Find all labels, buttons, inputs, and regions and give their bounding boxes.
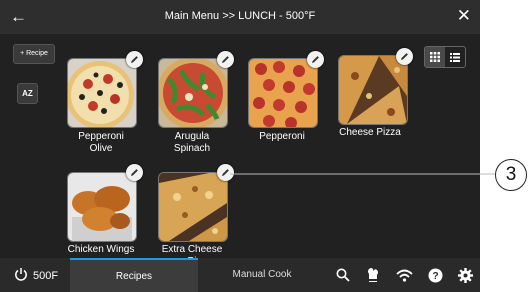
recipe-name: Arugula Spinach [173, 131, 211, 154]
recipe-tile-extra-cheese[interactable] [158, 172, 228, 242]
grid-view-icon[interactable] [425, 47, 445, 67]
edit-pencil-icon[interactable] [126, 51, 143, 68]
page-title: Main Menu >> LUNCH - 500°F [164, 10, 316, 22]
tab-manual-cook[interactable]: Manual Cook [198, 258, 326, 292]
edit-pencil-icon[interactable] [307, 51, 324, 68]
recipe-name: Cheese Pizza [339, 127, 401, 138]
recipe-label: Arugula Spinach [147, 131, 237, 155]
recipe-tile-pepperoni[interactable] [248, 58, 318, 128]
gear-icon[interactable] [450, 258, 480, 292]
recipe-tile-pepperoni-olive[interactable] [67, 58, 137, 128]
edit-pencil-icon[interactable] [396, 48, 413, 65]
view-toggle [424, 46, 466, 68]
wifi-icon[interactable] [389, 258, 419, 292]
svg-text:?: ? [432, 271, 438, 282]
recipe-tile-arugula-spinach[interactable] [158, 58, 228, 128]
temperature-readout: 500F [33, 270, 59, 282]
recipe-name: Chicken Wings [67, 244, 135, 255]
help-icon[interactable]: ? [420, 258, 450, 292]
edit-pencil-icon[interactable] [126, 164, 143, 181]
tab-recipes[interactable]: Recipes [70, 258, 198, 292]
power-icon[interactable] [14, 267, 28, 284]
close-icon[interactable]: ✕ [457, 6, 471, 26]
sort-az-button[interactable]: AZ [17, 83, 38, 104]
callout-leader-line [230, 173, 496, 175]
edit-pencil-icon[interactable] [217, 51, 234, 68]
recipe-name: Pepperoni [259, 131, 305, 142]
recipe-tile-cheese-pizza[interactable] [338, 55, 408, 125]
search-icon[interactable] [328, 258, 358, 292]
recipe-label: Pepperoni Olive [56, 131, 146, 155]
recipe-label: Cheese Pizza [325, 127, 415, 139]
oven-mitt-icon[interactable] [358, 258, 388, 292]
bottom-bar: 500F Recipes Manual Cook ? [0, 258, 480, 292]
callout-number: 3 [495, 159, 527, 191]
recipe-name: Pepperoni Olive [78, 131, 124, 154]
add-recipe-button[interactable]: + Recipe [13, 44, 55, 64]
oven-screen: ← Main Menu >> LUNCH - 500°F ✕ + Recipe … [0, 0, 480, 292]
top-bar: ← Main Menu >> LUNCH - 500°F ✕ [0, 0, 480, 34]
list-view-icon[interactable] [445, 47, 465, 67]
recipe-label: Chicken Wings [56, 244, 146, 256]
recipe-label: Pepperoni [237, 131, 327, 143]
recipe-tile-chicken-wings[interactable] [67, 172, 137, 242]
